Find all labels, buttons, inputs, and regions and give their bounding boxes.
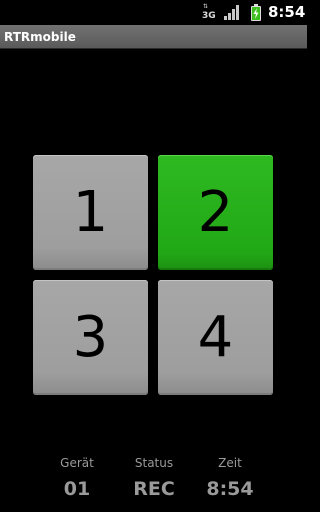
status-bar-clock: 8:54 <box>268 3 306 21</box>
app-title: RTRmobile <box>4 30 76 44</box>
status-bar: ⇅ 3G 8:54 <box>0 0 307 25</box>
time-label: Zeit <box>218 456 242 470</box>
network-label: 3G <box>202 11 216 21</box>
channel-button-4[interactable]: 4 <box>158 280 273 395</box>
time-value: 8:54 <box>206 478 254 500</box>
channel-button-3[interactable]: 3 <box>33 280 148 395</box>
time-info: Zeit 8:54 <box>190 455 270 502</box>
data-arrows-icon: ⇅ <box>203 3 210 10</box>
signal-icon <box>224 5 239 20</box>
device-value: 01 <box>63 478 91 500</box>
app-title-bar: RTRmobile <box>0 25 307 49</box>
status-label: Status <box>134 456 174 470</box>
device-info: Gerät 01 <box>37 455 117 502</box>
battery-charging-icon <box>251 4 261 21</box>
channel-button-1[interactable]: 1 <box>33 155 148 270</box>
status-value: REC <box>133 478 175 500</box>
channel-button-2[interactable]: 2 <box>158 155 273 270</box>
device-label: Gerät <box>60 456 94 470</box>
status-info: Status REC <box>114 455 194 502</box>
network-3g-icon: ⇅ 3G <box>201 3 216 22</box>
